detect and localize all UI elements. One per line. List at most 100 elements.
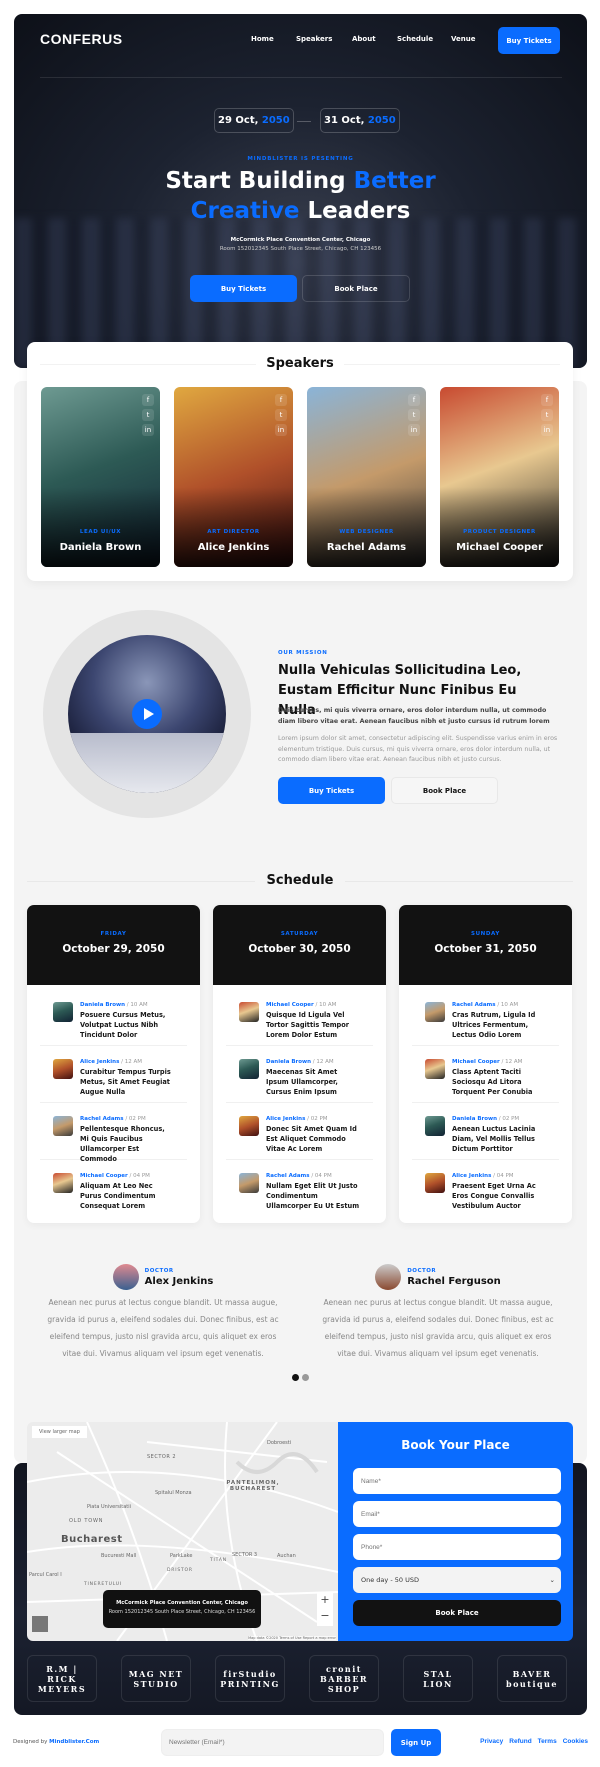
session-title: Posuere Cursus Metus, Volutpat Luctus Ni… <box>80 1011 166 1039</box>
schedule-item[interactable]: Alice Jenkins / 02 PM Donec Sit Amet Quam… <box>226 1103 373 1160</box>
schedule-weekday: FRIDAY <box>100 931 127 937</box>
twitter-icon[interactable]: t <box>541 409 553 421</box>
map-label: Auchan <box>277 1553 296 1559</box>
hero-address: Room 152012345 South Place Street, Chica… <box>219 246 382 252</box>
speaker-card[interactable]: f t in PRODUCT DESIGNER Michael Cooper <box>440 387 559 567</box>
twitter-icon[interactable]: t <box>142 409 154 421</box>
partner-logo[interactable]: BAVER boutique <box>497 1655 567 1702</box>
sign-up-button[interactable]: Sign Up <box>391 1729 441 1756</box>
schedule-item[interactable]: Daniela Brown / 10 AM Posuere Cursus Metu… <box>40 989 187 1046</box>
facebook-icon[interactable]: f <box>275 394 287 406</box>
schedule-weekday: SUNDAY <box>471 931 500 937</box>
date-year: 2050 <box>367 115 396 126</box>
nav-home[interactable]: Home <box>251 35 274 43</box>
schedule-item[interactable]: Michael Cooper / 04 PM Aliquam At Leo Nec… <box>40 1160 187 1217</box>
schedule-speaker[interactable]: Alice Jenkins <box>266 1116 305 1122</box>
session-title: Praesent Eget Urna Ac Eros Congue Conval… <box>452 1182 536 1210</box>
facebook-icon[interactable]: f <box>408 394 420 406</box>
partner-logo[interactable]: MAG NET STUDIO <box>121 1655 191 1702</box>
schedule-speaker[interactable]: Daniela Brown <box>266 1059 311 1065</box>
speaker-name: Alice Jenkins <box>197 542 270 553</box>
twitter-icon[interactable]: t <box>275 409 287 421</box>
schedule-item[interactable]: Alice Jenkins / 04 PM Praesent Eget Urna … <box>412 1160 559 1217</box>
schedule-item[interactable]: Daniela Brown / 12 AM Maecenas Sit Amet I… <box>226 1046 373 1103</box>
ticket-select[interactable]: One day - 50 USD ⌄ <box>353 1567 561 1593</box>
nav-about[interactable]: About <box>352 35 376 43</box>
schedule-speaker[interactable]: Rachel Adams <box>80 1116 124 1122</box>
partner-logo[interactable]: firStudio PRINTING <box>215 1655 285 1702</box>
linkedin-icon[interactable]: in <box>275 424 287 436</box>
schedule-speaker[interactable]: Michael Cooper <box>80 1173 128 1179</box>
chevron-down-icon: ⌄ <box>549 1576 555 1584</box>
hero-buy-tickets-button[interactable]: Buy Tickets <box>190 275 297 302</box>
speaker-card[interactable]: f t in WEB DESIGNER Rachel Adams <box>307 387 426 567</box>
book-place-submit-button[interactable]: Book Place <box>353 1600 561 1626</box>
nav-schedule[interactable]: Schedule <box>397 35 433 43</box>
hero-book-place-button[interactable]: Book Place <box>302 275 410 302</box>
facebook-icon[interactable]: f <box>142 394 154 406</box>
speaker-card[interactable]: f t in ART DIRECTOR Alice Jenkins <box>174 387 293 567</box>
schedule-date: October 29, 2050 <box>62 943 165 955</box>
schedule-speaker[interactable]: Alice Jenkins <box>80 1059 119 1065</box>
schedule-item[interactable]: Rachel Adams / 02 PM Pellentesque Rhoncus… <box>40 1103 187 1163</box>
satellite-toggle[interactable] <box>32 1616 48 1632</box>
ticket-select-value: One day - 50 USD <box>361 1576 419 1584</box>
schedule-time: / 12 AM <box>312 1059 334 1065</box>
partner-logo[interactable]: R.M | RICK MEYERS <box>27 1655 97 1702</box>
schedule-item[interactable]: Daniela Brown / 02 PM Aenean Luctus Lacin… <box>412 1103 559 1160</box>
session-title: Pellentesque Rhoncus, Mi Quis Faucibus U… <box>80 1125 165 1163</box>
nav-speakers[interactable]: Speakers <box>296 35 332 43</box>
slider-dot-2[interactable] <box>302 1374 309 1381</box>
privacy-link[interactable]: Privacy <box>480 1738 503 1745</box>
slider-dot-1[interactable] <box>292 1374 299 1381</box>
phone-input[interactable] <box>353 1534 561 1560</box>
mission-buy-tickets-button[interactable]: Buy Tickets <box>278 777 385 804</box>
schedule-item[interactable]: Rachel Adams / 10 AM Cras Rutrum, Ligula … <box>412 989 559 1046</box>
schedule-time: / 04 PM <box>129 1173 150 1179</box>
mission-body: Lorem ipsum dolor sit amet, consectetur … <box>278 735 558 763</box>
twitter-icon[interactable]: t <box>408 409 420 421</box>
partner-logo[interactable]: STAL LION <box>403 1655 473 1702</box>
schedule-time: / 04 PM <box>311 1173 332 1179</box>
schedule-speaker[interactable]: Michael Cooper <box>452 1059 500 1065</box>
schedule-weekday: SATURDAY <box>280 931 319 937</box>
linkedin-icon[interactable]: in <box>541 424 553 436</box>
schedule-item[interactable]: Alice Jenkins / 12 AM Curabitur Tempus Tu… <box>40 1046 187 1103</box>
zoom-out-button[interactable]: − <box>317 1608 333 1624</box>
booking-form: Book Your Place One day - 50 USD ⌄ Book P… <box>338 1422 573 1641</box>
schedule-item[interactable]: Michael Cooper / 12 AM Class Aptent Tacit… <box>412 1046 559 1103</box>
speakers-section: Speakers f t in LEAD UI/UX Daniela Brown… <box>27 342 573 581</box>
nav-buy-tickets-button[interactable]: Buy Tickets <box>498 27 560 54</box>
schedule-item[interactable]: Rachel Adams / 04 PM Nullam Eget Elit Ut … <box>226 1160 373 1217</box>
name-input[interactable] <box>353 1468 561 1494</box>
mission-book-place-button[interactable]: Book Place <box>391 777 498 804</box>
schedule-speaker[interactable]: Alice Jenkins <box>452 1173 491 1179</box>
schedule-speaker[interactable]: Daniela Brown <box>80 1002 125 1008</box>
zoom-in-button[interactable]: + <box>317 1592 333 1608</box>
nav-venue[interactable]: Venue <box>451 35 476 43</box>
testimonial: DOCTOR Alex Jenkins Aenean nec purus at l… <box>45 1264 281 1362</box>
video-thumbnail[interactable] <box>68 635 226 793</box>
refund-link[interactable]: Refund <box>509 1738 531 1745</box>
view-larger-map-link[interactable]: View larger map <box>32 1426 87 1438</box>
email-input[interactable] <box>353 1501 561 1527</box>
schedule-speaker[interactable]: Michael Cooper <box>266 1002 314 1008</box>
cookies-link[interactable]: Cookies <box>563 1738 588 1745</box>
terms-link[interactable]: Terms <box>538 1738 557 1745</box>
partner-logo[interactable]: cronit BARBER SHOP <box>309 1655 379 1702</box>
linkedin-icon[interactable]: in <box>408 424 420 436</box>
speaker-card[interactable]: f t in LEAD UI/UX Daniela Brown <box>41 387 160 567</box>
schedule-item[interactable]: Michael Cooper / 10 AM Quisque Id Ligula … <box>226 989 373 1046</box>
linkedin-icon[interactable]: in <box>142 424 154 436</box>
map[interactable]: View larger map Bucharest PANTELIMON, BU… <box>27 1422 338 1641</box>
speaker-name: Daniela Brown <box>59 542 142 553</box>
newsletter-input[interactable] <box>161 1729 384 1756</box>
logo[interactable]: CONFERUS <box>40 31 123 47</box>
schedule-speaker[interactable]: Rachel Adams <box>452 1002 496 1008</box>
facebook-icon[interactable]: f <box>541 394 553 406</box>
designer-link[interactable]: Mindblister.Com <box>49 1739 99 1745</box>
schedule-speaker[interactable]: Daniela Brown <box>452 1116 497 1122</box>
play-icon[interactable] <box>132 699 162 729</box>
schedule-speaker[interactable]: Rachel Adams <box>266 1173 310 1179</box>
map-label: SECTOR 2 <box>147 1454 177 1460</box>
